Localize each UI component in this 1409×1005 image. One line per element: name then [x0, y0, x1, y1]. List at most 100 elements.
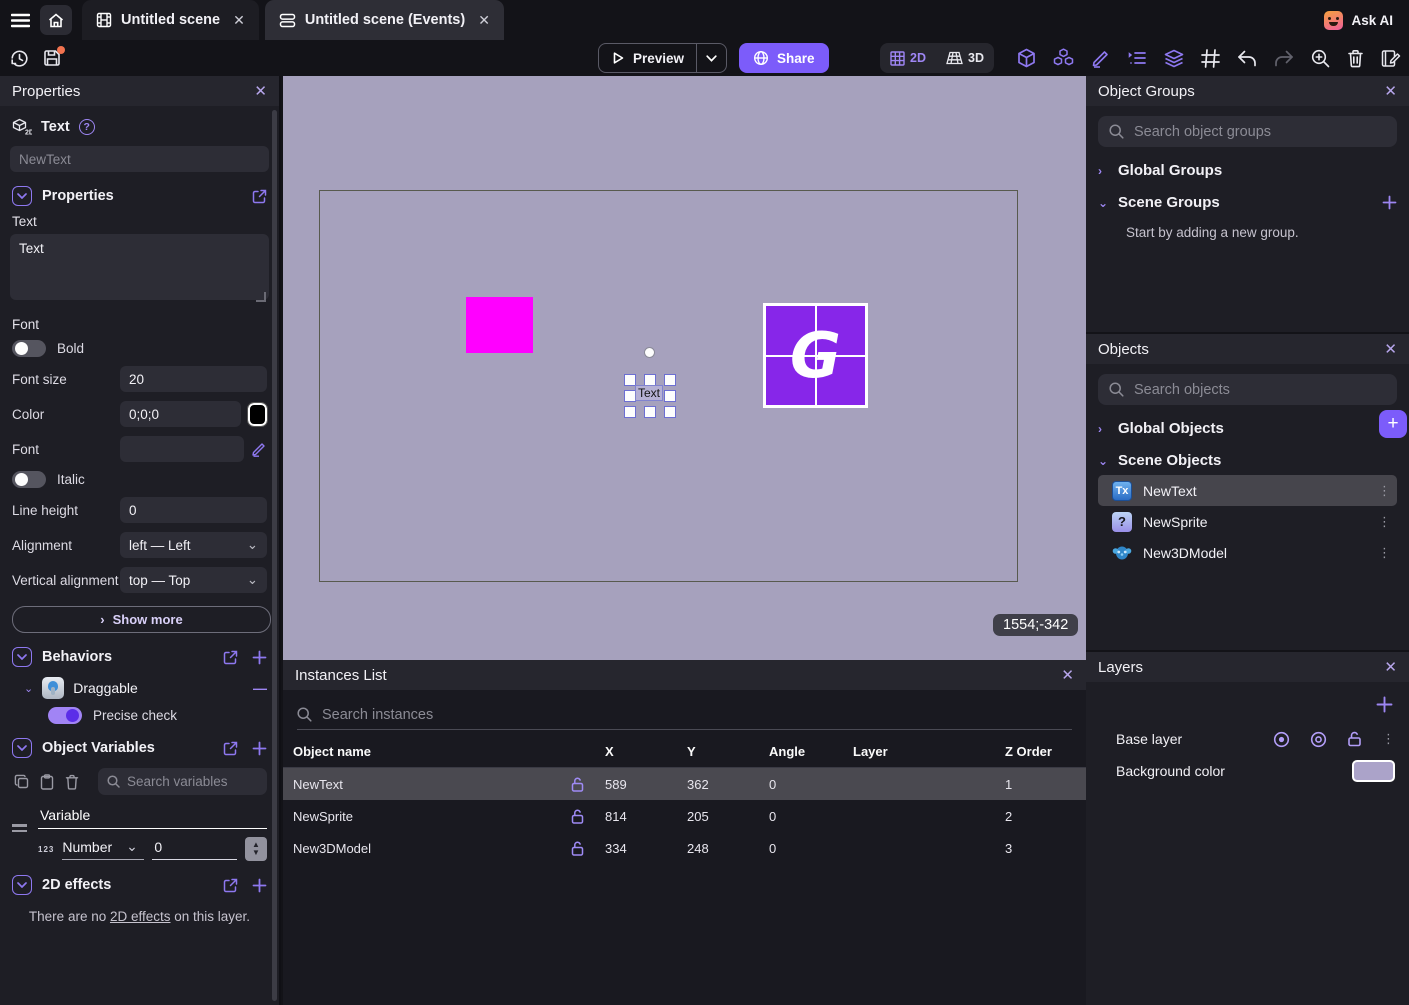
grid-icon[interactable] — [1201, 49, 1220, 68]
resize-handle-se[interactable] — [664, 406, 676, 418]
delete-icon[interactable] — [1347, 49, 1364, 68]
column-y[interactable]: Y — [677, 744, 759, 759]
open-in-window-icon[interactable] — [223, 878, 238, 893]
variable-name-input[interactable]: Variable — [38, 805, 267, 829]
color-input[interactable] — [120, 401, 241, 427]
add-object-button[interactable]: + — [1379, 410, 1407, 438]
properties-close-icon[interactable]: ✕ — [254, 82, 267, 100]
instance-row-newsprite[interactable]: NewSprite 814 205 0 2 — [283, 800, 1086, 832]
objects-close-icon[interactable]: ✕ — [1384, 340, 1397, 358]
variable-row[interactable]: Variable 123 Number ⌄ 0 ▲▼ — [12, 805, 267, 861]
column-angle[interactable]: Angle — [759, 744, 843, 759]
mode-2d-button[interactable]: 2D — [880, 43, 936, 73]
chevron-down-icon[interactable]: ⌄ — [24, 682, 33, 695]
background-color-swatch[interactable] — [1352, 760, 1395, 782]
object-menu-icon[interactable]: ⋮ — [1378, 514, 1391, 530]
object-item-newtext[interactable]: Tx NewText ⋮ — [1098, 475, 1397, 506]
search-variables-input[interactable]: Search variables — [98, 768, 267, 795]
unlock-icon[interactable] — [571, 809, 595, 824]
behaviors-collapse-button[interactable] — [12, 647, 32, 667]
undo-icon[interactable] — [1237, 50, 1257, 67]
layers-close-icon[interactable]: ✕ — [1384, 658, 1397, 676]
properties-scrollbar[interactable] — [272, 110, 277, 1001]
tab-scene[interactable]: Untitled scene ✕ — [82, 0, 259, 40]
drag-handle-icon[interactable] — [12, 805, 28, 861]
alignment-select[interactable]: left — Left ⌄ — [120, 532, 267, 558]
layers-icon[interactable] — [1164, 49, 1184, 68]
unlock-icon[interactable] — [571, 841, 595, 856]
variable-type-select[interactable]: Number ⌄ — [62, 838, 144, 860]
preview-button[interactable]: Preview — [598, 43, 727, 73]
instance-row-newtext[interactable]: NewText 589 362 0 1 — [283, 768, 1086, 800]
color-swatch[interactable] — [248, 403, 267, 426]
home-button[interactable] — [40, 5, 72, 35]
paste-icon[interactable] — [40, 774, 54, 790]
menu-icon[interactable] — [0, 0, 40, 40]
prefabs-icon[interactable] — [1053, 48, 1074, 68]
search-objects-input[interactable]: Search objects — [1098, 374, 1397, 405]
edit-pencil-icon[interactable] — [1091, 49, 1110, 68]
italic-toggle[interactable] — [12, 471, 46, 488]
mode-3d-button[interactable]: 3D — [936, 43, 994, 73]
resize-handle-s[interactable] — [644, 406, 656, 418]
layer-row-base[interactable]: Base layer ⋮ — [1098, 723, 1397, 755]
search-object-groups-input[interactable]: Search object groups — [1098, 116, 1397, 147]
layer-row-background[interactable]: Background color — [1098, 755, 1397, 787]
bold-toggle[interactable] — [12, 340, 46, 357]
rename-icon[interactable] — [1381, 49, 1401, 68]
column-x[interactable]: X — [595, 744, 677, 759]
column-z-order[interactable]: Z Order — [995, 744, 1086, 759]
object-menu-icon[interactable]: ⋮ — [1378, 483, 1391, 499]
precise-check-toggle[interactable] — [48, 707, 82, 724]
new3dmodel-instance[interactable] — [466, 297, 533, 353]
open-in-window-icon[interactable] — [252, 189, 267, 204]
show-more-button[interactable]: › Show more — [12, 606, 271, 633]
object-cube-icon[interactable] — [1017, 48, 1036, 68]
line-height-input[interactable] — [120, 497, 267, 523]
object-item-newsprite[interactable]: ? NewSprite ⋮ — [1098, 506, 1397, 537]
ask-ai-button[interactable]: Ask AI — [1324, 11, 1393, 30]
add-variable-icon[interactable] — [252, 741, 267, 756]
help-icon[interactable]: ? — [79, 119, 95, 135]
vertical-alignment-select[interactable]: top — Top ⌄ — [120, 567, 267, 593]
variable-value-input[interactable]: 0 — [152, 839, 237, 860]
share-button[interactable]: Share — [739, 43, 829, 73]
font-input[interactable] — [120, 436, 244, 462]
search-instances-input[interactable]: Search instances — [297, 700, 1072, 730]
zoom-in-icon[interactable] — [1311, 49, 1330, 68]
scene-objects-header[interactable]: ⌄ Scene Objects — [1098, 452, 1397, 469]
add-group-icon[interactable] — [1382, 195, 1397, 210]
resize-handle-sw[interactable] — [624, 406, 636, 418]
copy-icon[interactable] — [14, 774, 29, 789]
unlock-icon[interactable] — [1347, 731, 1362, 747]
layer-menu-icon[interactable]: ⋮ — [1382, 731, 1395, 747]
redo-icon[interactable] — [1274, 50, 1294, 67]
properties-section-collapse-button[interactable] — [12, 186, 32, 206]
tab-events[interactable]: Untitled scene (Events) ✕ — [265, 0, 504, 40]
effects-link[interactable]: 2D effects — [110, 909, 171, 924]
column-layer[interactable]: Layer — [843, 744, 995, 759]
add-behavior-icon[interactable] — [252, 650, 267, 665]
scene-groups-header[interactable]: ⌄ Scene Groups — [1098, 194, 1397, 211]
text-content-textarea[interactable]: Text — [10, 234, 269, 300]
object-menu-icon[interactable]: ⋮ — [1378, 545, 1391, 561]
save-icon[interactable] — [43, 49, 61, 67]
unlock-icon[interactable] — [571, 777, 595, 792]
remove-behavior-icon[interactable]: — — [253, 680, 267, 696]
tab-scene-close-icon[interactable]: ✕ — [233, 12, 245, 29]
preview-options-button[interactable] — [697, 55, 726, 62]
object-groups-close-icon[interactable]: ✕ — [1384, 82, 1397, 100]
resize-handle-e[interactable] — [664, 390, 676, 402]
font-size-input[interactable] — [120, 366, 267, 392]
resize-handle-ne[interactable] — [664, 374, 676, 386]
value-stepper[interactable]: ▲▼ — [245, 837, 267, 861]
add-layer-icon[interactable] — [1376, 696, 1393, 713]
object-name-input[interactable] — [10, 146, 269, 172]
object-item-new3dmodel[interactable]: New3DModel ⋮ — [1098, 537, 1397, 568]
newtext-instance[interactable]: Text — [635, 385, 663, 401]
effects-collapse-button[interactable] — [12, 875, 32, 895]
add-effect-icon[interactable] — [252, 878, 267, 893]
instances-close-icon[interactable]: ✕ — [1061, 666, 1074, 684]
open-in-window-icon[interactable] — [223, 741, 238, 756]
history-icon[interactable] — [10, 49, 29, 68]
